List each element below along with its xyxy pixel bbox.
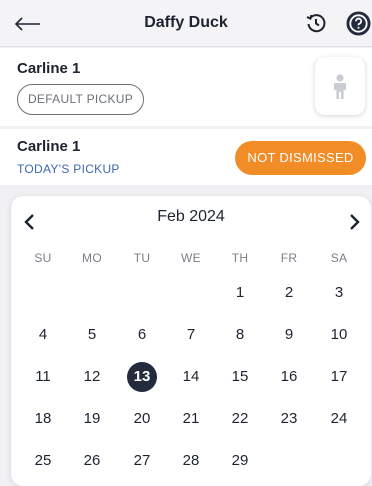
calendar-day[interactable]: 21 (171, 405, 211, 433)
calendar-day[interactable]: 6 (122, 321, 162, 349)
calendar-day[interactable]: 2 (269, 279, 309, 307)
calendar-day[interactable]: 29 (220, 447, 260, 475)
calendar-day[interactable]: 16 (269, 363, 309, 391)
calendar-day[interactable]: 15 (220, 363, 260, 391)
today-carline-title: Carline 1 (17, 138, 81, 155)
calendar-day[interactable]: 23 (269, 405, 309, 433)
calendar-day[interactable]: 18 (23, 405, 63, 433)
weekday-label: SU (34, 251, 52, 265)
calendar-day[interactable]: 5 (72, 321, 112, 349)
calendar-day[interactable]: 22 (220, 405, 260, 433)
calendar-day[interactable]: 27 (122, 447, 162, 475)
calendar-day[interactable]: 4 (23, 321, 63, 349)
calendar-day[interactable]: 1 (220, 279, 260, 307)
calendar-day[interactable]: 8 (220, 321, 260, 349)
calendar-day[interactable]: 3 (319, 279, 359, 307)
calendar-day[interactable]: 24 (319, 405, 359, 433)
weekday-label: TU (133, 251, 151, 265)
weekday-label: WE (181, 251, 201, 265)
calendar-day[interactable]: 25 (23, 447, 63, 475)
calendar-day[interactable]: 7 (171, 321, 211, 349)
calendar-month-label: Feb 2024 (157, 208, 225, 225)
help-icon[interactable] (346, 11, 371, 36)
history-icon[interactable] (305, 12, 327, 34)
person-icon (334, 74, 346, 99)
dismissal-status-button[interactable]: NOT DISMISSED (235, 141, 366, 175)
todays-pickup-label: TODAY'S PICKUP (17, 162, 120, 176)
default-carline-title: Carline 1 (17, 60, 81, 77)
calendar-day[interactable]: 14 (171, 363, 211, 391)
calendar-day[interactable]: 11 (23, 363, 63, 391)
calendar-day[interactable]: 12 (72, 363, 112, 391)
default-pickup-badge: DEFAULT PICKUP (17, 84, 144, 115)
weekday-label: TH (231, 251, 249, 265)
calendar-day[interactable]: 20 (122, 405, 162, 433)
calendar-day-selected[interactable]: 13 (122, 363, 162, 391)
calendar-day[interactable]: 10 (319, 321, 359, 349)
weekday-label: SA (330, 251, 348, 265)
calendar-day[interactable]: 9 (269, 321, 309, 349)
weekday-label: FR (280, 251, 298, 265)
calendar-day[interactable]: 19 (72, 405, 112, 433)
chevron-right-icon[interactable] (348, 213, 362, 231)
person-button[interactable] (315, 57, 365, 115)
weekday-label: MO (82, 251, 102, 265)
calendar-day[interactable]: 17 (319, 363, 359, 391)
calendar-day[interactable]: 26 (72, 447, 112, 475)
calendar-day[interactable]: 28 (171, 447, 211, 475)
